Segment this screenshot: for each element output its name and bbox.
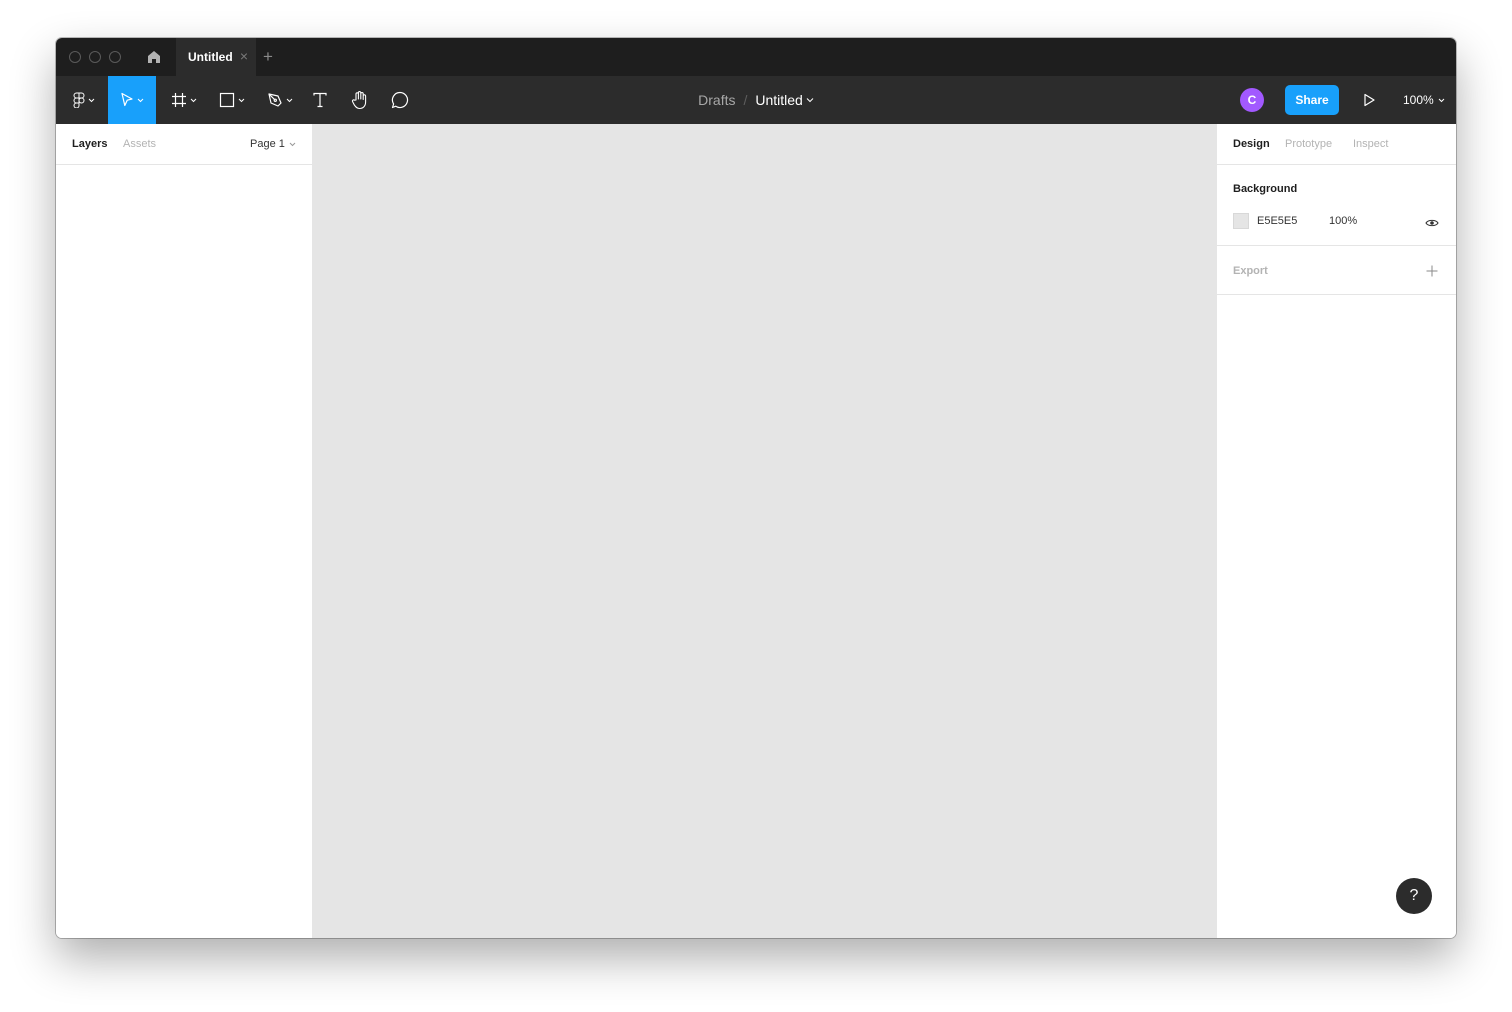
right-panel-header: Design Prototype Inspect bbox=[1217, 124, 1456, 165]
chevron-down-icon bbox=[88, 98, 95, 102]
file-title[interactable]: Untitled bbox=[755, 92, 802, 108]
tab-assets[interactable]: Assets bbox=[123, 138, 156, 151]
rectangle-icon bbox=[219, 92, 235, 108]
text-t-icon bbox=[313, 92, 327, 108]
left-panel: Layers Assets Page 1 bbox=[56, 124, 313, 938]
add-export-icon[interactable] bbox=[1426, 264, 1438, 282]
zoom-level: 100% bbox=[1403, 93, 1434, 107]
chevron-down-icon bbox=[1438, 98, 1445, 102]
background-hex-input[interactable]: E5E5E5 bbox=[1257, 215, 1297, 228]
breadcrumb-drafts-link[interactable]: Drafts bbox=[698, 92, 735, 108]
hand-tool-button[interactable] bbox=[344, 76, 376, 124]
comment-tool-button[interactable] bbox=[384, 76, 416, 124]
chevron-down-icon bbox=[238, 98, 245, 102]
breadcrumb-separator: / bbox=[743, 92, 748, 108]
background-opacity-input[interactable]: 100% bbox=[1329, 215, 1357, 228]
shape-tool-button[interactable] bbox=[212, 76, 252, 124]
close-window-button[interactable] bbox=[69, 51, 81, 63]
toolbar: Drafts / Untitled C Share 100% bbox=[56, 76, 1456, 124]
close-tab-icon[interactable]: × bbox=[240, 49, 248, 63]
page-selector-label: Page 1 bbox=[250, 138, 285, 150]
background-title: Background bbox=[1233, 183, 1298, 195]
minimize-window-button[interactable] bbox=[89, 51, 101, 63]
title-bar: Untitled × + bbox=[56, 38, 1456, 76]
maximize-window-button[interactable] bbox=[109, 51, 121, 63]
hand-icon bbox=[351, 91, 367, 110]
text-tool-button[interactable] bbox=[304, 76, 336, 124]
chevron-down-icon bbox=[286, 98, 293, 102]
speech-bubble-icon bbox=[391, 91, 409, 109]
present-play-icon[interactable] bbox=[1360, 91, 1378, 114]
new-tab-icon[interactable]: + bbox=[263, 48, 273, 65]
cursor-arrow-icon bbox=[121, 92, 133, 107]
zoom-dropdown[interactable]: 100% bbox=[1403, 76, 1445, 124]
tab-inspect[interactable]: Inspect bbox=[1353, 138, 1388, 151]
export-title: Export bbox=[1233, 265, 1268, 277]
tab-layers[interactable]: Layers bbox=[72, 138, 107, 151]
move-tool-button[interactable] bbox=[108, 76, 156, 124]
pen-nib-icon bbox=[268, 93, 282, 107]
user-avatar[interactable]: C bbox=[1240, 88, 1264, 112]
file-title-chevron-icon[interactable] bbox=[806, 97, 814, 103]
chevron-down-icon bbox=[289, 142, 296, 147]
right-panel: Design Prototype Inspect Background E5E5… bbox=[1216, 124, 1456, 938]
left-panel-header: Layers Assets Page 1 bbox=[56, 124, 312, 165]
file-tab[interactable]: Untitled × bbox=[176, 38, 256, 76]
chevron-down-icon bbox=[190, 98, 197, 102]
tab-prototype[interactable]: Prototype bbox=[1285, 138, 1332, 151]
figma-window: Untitled × + Drafts / Untitled C Share 1… bbox=[56, 38, 1456, 938]
background-color-swatch[interactable] bbox=[1233, 213, 1249, 229]
chevron-down-icon bbox=[137, 98, 144, 102]
tab-design[interactable]: Design bbox=[1233, 138, 1270, 151]
page-selector[interactable]: Page 1 bbox=[250, 138, 296, 151]
file-tab-label: Untitled bbox=[188, 50, 233, 64]
pen-tool-button[interactable] bbox=[260, 76, 300, 124]
eye-icon[interactable] bbox=[1425, 215, 1439, 233]
figma-logo-icon bbox=[73, 92, 85, 108]
help-button[interactable]: ? bbox=[1396, 878, 1432, 914]
frame-tool-button[interactable] bbox=[164, 76, 204, 124]
canvas[interactable] bbox=[313, 124, 1216, 938]
home-icon[interactable] bbox=[144, 48, 164, 66]
frame-hash-icon bbox=[172, 93, 186, 107]
main-menu-button[interactable] bbox=[64, 76, 104, 124]
background-section: Background E5E5E5 100% bbox=[1217, 165, 1456, 246]
window-controls bbox=[69, 51, 121, 63]
share-button[interactable]: Share bbox=[1285, 85, 1339, 115]
export-section: Export bbox=[1217, 246, 1456, 295]
